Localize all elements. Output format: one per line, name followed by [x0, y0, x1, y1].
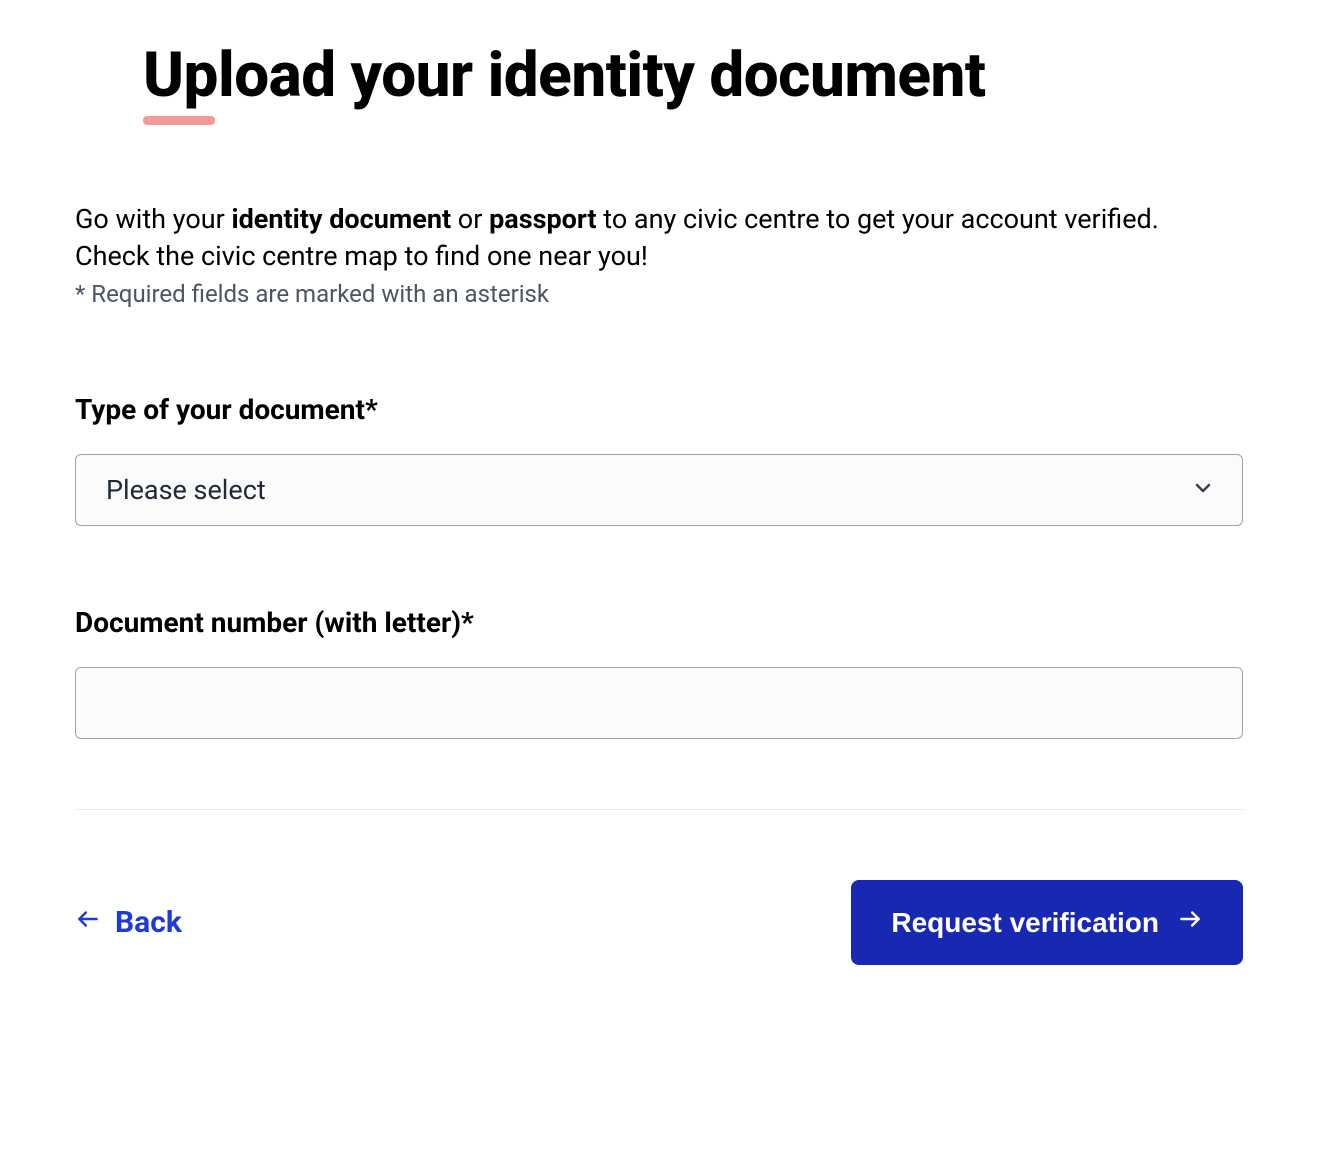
intro-text: Go with your identity document or passpo… — [75, 201, 1243, 274]
intro-line1-prefix: Go with your — [75, 203, 231, 235]
back-label: Back — [115, 905, 182, 940]
arrow-right-icon — [1177, 906, 1203, 939]
doc-number-section: Document number (with letter)* — [75, 606, 1243, 739]
intro-bold-passport: passport — [489, 203, 597, 235]
arrow-left-icon — [75, 905, 101, 940]
doc-type-section: Type of your document* Please select — [75, 393, 1243, 526]
back-button[interactable]: Back — [75, 905, 182, 940]
separator — [75, 809, 1243, 810]
doc-type-select-wrap: Please select — [75, 454, 1243, 526]
doc-type-select[interactable]: Please select — [75, 454, 1243, 526]
intro-line1-suffix: to any civic centre to get your account … — [597, 203, 1159, 235]
intro-line2: Check the civic centre map to find one n… — [75, 240, 648, 272]
page-title: Upload your identity document — [143, 40, 986, 111]
intro-bold-identity: identity document — [231, 203, 451, 235]
intro-line1-mid: or — [451, 203, 489, 235]
actions-row: Back Request verification — [75, 880, 1243, 965]
doc-number-input[interactable] — [75, 667, 1243, 739]
required-fields-note: * Required fields are marked with an ast… — [75, 280, 1243, 308]
request-verification-button[interactable]: Request verification — [851, 880, 1243, 965]
doc-number-label: Document number (with letter)* — [75, 606, 1243, 639]
submit-label: Request verification — [891, 907, 1159, 939]
doc-type-label: Type of your document* — [75, 393, 1243, 426]
